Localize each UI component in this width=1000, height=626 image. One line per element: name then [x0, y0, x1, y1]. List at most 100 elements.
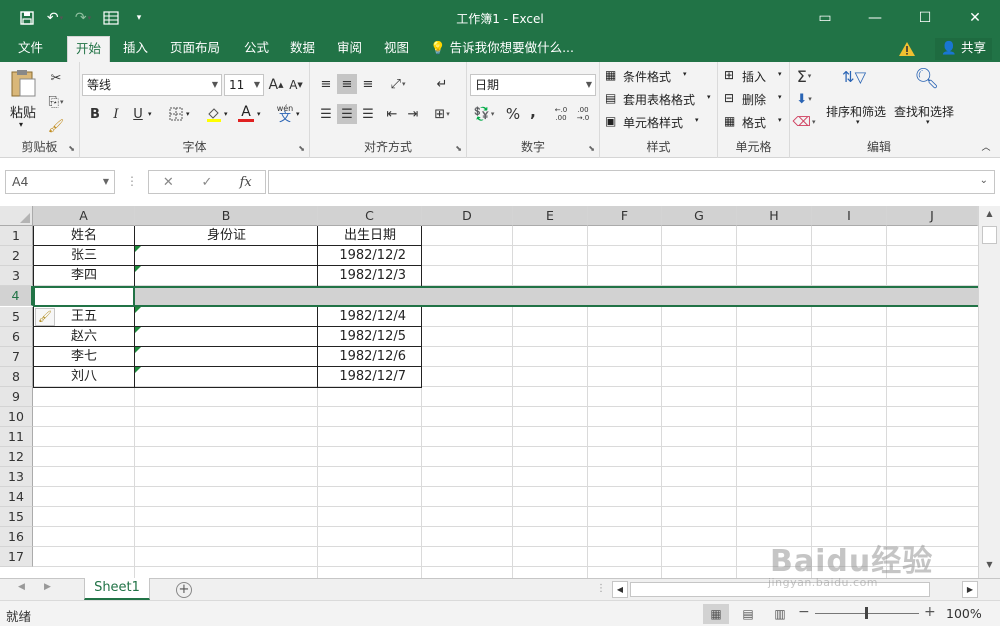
tell-me-box[interactable]: 💡 告诉我你想要做什么...: [430, 36, 574, 62]
collapse-ribbon-icon[interactable]: ︿: [976, 136, 996, 156]
align-middle-icon[interactable]: ≡: [337, 74, 357, 94]
row-header[interactable]: 16: [0, 527, 33, 547]
zoom-level[interactable]: 100%: [946, 606, 982, 621]
font-size-select[interactable]: 11 ▼: [224, 74, 264, 96]
prev-sheet-icon[interactable]: ◀: [18, 582, 25, 592]
row-header[interactable]: 6: [0, 327, 33, 347]
column-header-e[interactable]: E: [513, 206, 588, 226]
name-cell[interactable]: 刘八: [33, 367, 135, 387]
column-header-j[interactable]: J: [887, 206, 978, 226]
copy-icon[interactable]: ⎘ ▾: [46, 92, 66, 112]
page-layout-view-icon[interactable]: ▤: [735, 604, 761, 624]
birth-cell[interactable]: 1982/12/7: [318, 367, 422, 387]
phonetic-icon[interactable]: wén 文: [274, 100, 296, 126]
tab-split-grip-icon[interactable]: ⋮: [596, 583, 606, 594]
tab-page-layout[interactable]: 页面布局: [162, 36, 228, 62]
row-header[interactable]: 12: [0, 447, 33, 467]
format-painter-icon[interactable]: 🖌: [46, 116, 66, 136]
align-top-icon[interactable]: ≡: [316, 74, 336, 94]
normal-view-icon[interactable]: ▦: [703, 604, 729, 624]
increase-font-icon[interactable]: A ▲: [266, 75, 286, 95]
row-header[interactable]: 15: [0, 507, 33, 527]
autosum-icon[interactable]: Σ ▾: [794, 66, 814, 86]
clear-icon[interactable]: ⌫ ▾: [793, 112, 816, 132]
formula-input[interactable]: ⌄: [268, 170, 995, 194]
cancel-icon[interactable]: ✕: [149, 171, 188, 193]
cut-icon[interactable]: ✂: [46, 68, 66, 88]
insert-options-icon[interactable]: 🖌: [35, 308, 55, 326]
sheet-tab[interactable]: Sheet1: [84, 578, 150, 600]
row-header[interactable]: 2: [0, 246, 33, 266]
scroll-down-icon[interactable]: ▼: [982, 560, 997, 574]
wrap-text-icon[interactable]: ↵: [432, 74, 452, 94]
align-center-icon[interactable]: ☰: [337, 104, 357, 124]
align-right-icon[interactable]: ☰: [358, 104, 378, 124]
row-header[interactable]: 1: [0, 226, 33, 246]
id-cell[interactable]: [135, 347, 318, 367]
selected-row-4[interactable]: [33, 286, 978, 307]
scroll-up-icon[interactable]: ▲: [982, 209, 997, 223]
header-cell-birth[interactable]: 出生日期: [318, 226, 422, 246]
alignment-launcher-icon[interactable]: ⬊: [455, 144, 462, 153]
italic-button[interactable]: I: [106, 104, 126, 124]
find-select-button[interactable]: 🔍︎ 查找和选择 ▾: [894, 66, 964, 132]
fill-color-icon[interactable]: [204, 104, 224, 124]
row-header[interactable]: 13: [0, 467, 33, 487]
name-cell[interactable]: 李四: [33, 266, 135, 286]
worksheet-grid[interactable]: A B C D E F G H I J 1 2 3 4 5 6 7 8 9 10…: [0, 206, 1000, 578]
birth-cell[interactable]: 1982/12/4: [318, 307, 422, 327]
birth-cell[interactable]: 1982/12/3: [318, 266, 422, 286]
formula-bar-grip-icon[interactable]: ⋮: [126, 174, 138, 188]
birth-cell[interactable]: 1982/12/2: [318, 246, 422, 266]
border-icon[interactable]: [166, 104, 186, 124]
row-header[interactable]: 7: [0, 347, 33, 367]
vertical-scroll-thumb[interactable]: [982, 226, 997, 244]
birth-cell[interactable]: 1982/12/6: [318, 347, 422, 367]
row-header[interactable]: 8: [0, 367, 33, 387]
row-header[interactable]: 11: [0, 427, 33, 447]
row-header[interactable]: 5: [0, 307, 33, 327]
warning-icon[interactable]: [898, 41, 916, 57]
paste-button[interactable]: 粘贴 ▾: [8, 68, 42, 130]
header-cell-name[interactable]: 姓名: [33, 226, 135, 246]
id-cell[interactable]: [135, 266, 318, 286]
zoom-out-icon[interactable]: −: [798, 604, 810, 620]
column-header-a[interactable]: A: [33, 206, 135, 226]
row-header[interactable]: 3: [0, 266, 33, 286]
fill-icon[interactable]: ⬇ ▾: [794, 89, 814, 109]
merge-center-icon[interactable]: ⊞ ▾: [432, 104, 452, 124]
percent-button[interactable]: %: [503, 104, 523, 124]
minimize-icon[interactable]: —: [850, 0, 900, 36]
ribbon-display-icon[interactable]: ▭: [800, 0, 850, 36]
name-cell[interactable]: 张三: [33, 246, 135, 266]
row-header[interactable]: 9: [0, 387, 33, 407]
column-header-b[interactable]: B: [135, 206, 318, 226]
tab-review[interactable]: 审阅: [329, 36, 370, 62]
tab-file[interactable]: 文件: [10, 36, 51, 62]
name-cell[interactable]: 李七: [33, 347, 135, 367]
add-sheet-icon[interactable]: +: [176, 582, 192, 598]
column-header-g[interactable]: G: [662, 206, 737, 226]
tab-formulas[interactable]: 公式: [236, 36, 277, 62]
maximize-icon[interactable]: ☐: [900, 0, 950, 36]
tab-view[interactable]: 视图: [376, 36, 417, 62]
increase-decimal-icon[interactable]: ←.0.00: [551, 104, 571, 124]
decrease-font-icon[interactable]: A ▼: [286, 75, 306, 95]
row-header[interactable]: 10: [0, 407, 33, 427]
accounting-icon[interactable]: 💱 ▾: [471, 104, 497, 124]
header-cell-id[interactable]: 身份证: [135, 226, 318, 246]
scroll-left-icon[interactable]: ◀: [612, 581, 628, 598]
font-color-icon[interactable]: A: [236, 102, 256, 122]
zoom-slider-thumb[interactable]: [865, 607, 868, 619]
tab-home[interactable]: 开始: [67, 36, 111, 62]
expand-formula-icon[interactable]: ⌄: [980, 175, 988, 186]
page-break-view-icon[interactable]: ▥: [767, 604, 793, 624]
active-cell-a4[interactable]: [33, 286, 135, 307]
share-button[interactable]: 👤 共享: [935, 38, 992, 60]
zoom-in-icon[interactable]: +: [924, 604, 936, 620]
column-header-d[interactable]: D: [422, 206, 513, 226]
font-name-select[interactable]: 等线 ▼: [82, 74, 222, 96]
number-launcher-icon[interactable]: ⬊: [588, 144, 595, 153]
bold-button[interactable]: B: [85, 104, 105, 124]
decrease-decimal-icon[interactable]: .00 →.0: [573, 104, 593, 124]
